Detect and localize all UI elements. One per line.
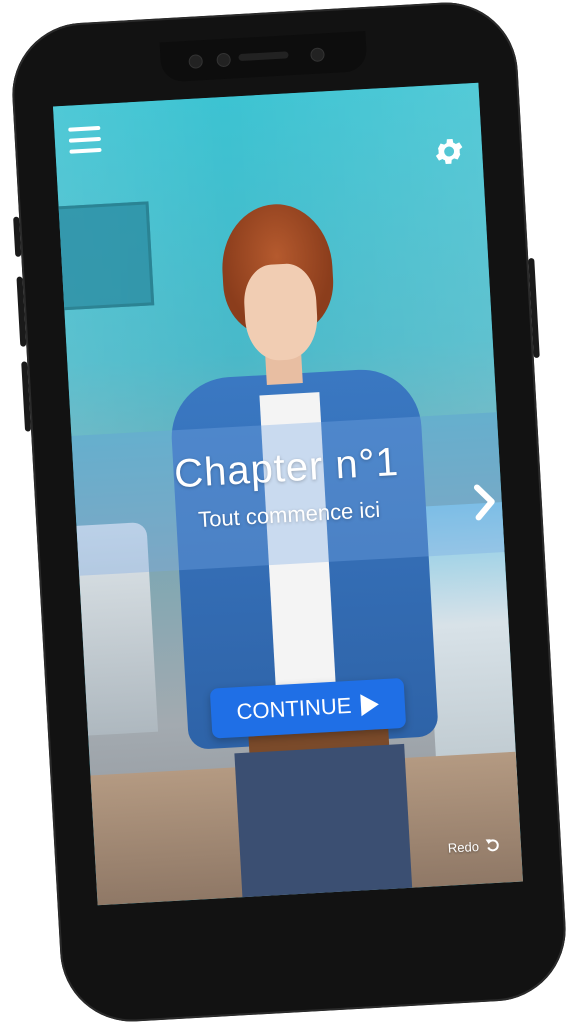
- front-sensor: [310, 47, 325, 63]
- earpiece-speaker: [238, 51, 289, 62]
- phone-side-button: [21, 361, 32, 432]
- front-sensor: [216, 52, 232, 68]
- redo-label: Redo: [447, 838, 480, 856]
- phone-notch: [159, 30, 368, 83]
- gear-icon[interactable]: [431, 134, 467, 170]
- front-camera: [188, 54, 204, 69]
- character-face: [242, 262, 320, 363]
- phone-side-button: [528, 257, 540, 359]
- phone-side-button: [13, 216, 22, 257]
- undo-arrow-icon: [485, 839, 499, 852]
- continue-label: CONTINUE: [235, 692, 353, 725]
- character-jeans: [234, 743, 414, 906]
- redo-button[interactable]: Redo: [447, 837, 501, 856]
- play-icon: [360, 693, 380, 717]
- phone-frame: Chapter n°1 Tout commence ici CONTINUE R…: [8, 0, 566, 1026]
- hamburger-menu-icon[interactable]: [68, 125, 102, 154]
- chevron-right-icon[interactable]: [469, 480, 501, 524]
- app-screen: Chapter n°1 Tout commence ici CONTINUE R…: [52, 82, 523, 906]
- phone-side-button: [16, 276, 27, 347]
